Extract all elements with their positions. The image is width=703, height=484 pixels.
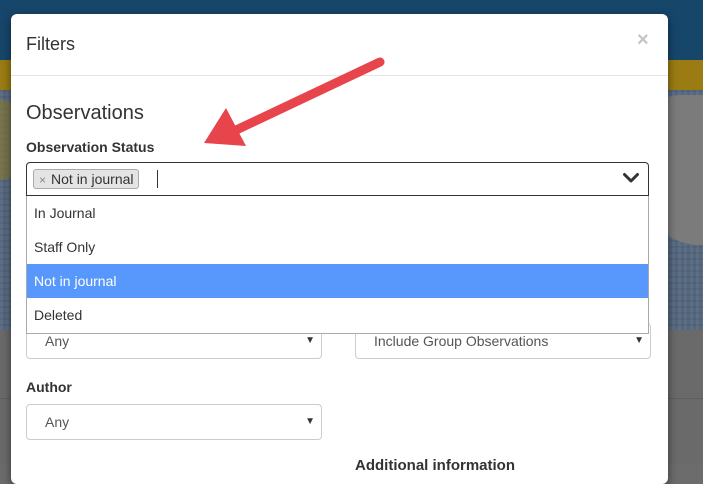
section-title-observations: Observations: [26, 102, 144, 124]
close-button[interactable]: ×: [637, 29, 649, 52]
additional-information-label: Additional information: [355, 457, 515, 474]
author-label: Author: [26, 379, 72, 395]
text-cursor: [157, 170, 158, 188]
option-staff-only[interactable]: Staff Only: [27, 230, 648, 264]
option-in-journal[interactable]: In Journal: [27, 196, 648, 230]
select-arrow-icon: ▼: [305, 416, 315, 427]
select-any-left-value: Any: [45, 333, 70, 349]
selected-tag: × Not in journal: [33, 169, 139, 189]
observation-status-label: Observation Status: [26, 139, 155, 155]
selected-tag-label: Not in journal: [51, 171, 134, 187]
option-deleted[interactable]: Deleted: [27, 298, 648, 332]
modal-header: Filters ×: [11, 14, 668, 76]
filters-modal: Filters × Observations Observation Statu…: [11, 14, 668, 484]
observation-status-dropdown: In Journal Staff Only Not in journal Del…: [26, 196, 649, 334]
author-select[interactable]: Any ▼: [26, 404, 322, 440]
tag-remove-icon[interactable]: ×: [39, 173, 46, 187]
chevron-down-icon[interactable]: [623, 172, 639, 184]
select-group-observations-value: Include Group Observations: [374, 333, 549, 349]
observation-status-select[interactable]: × Not in journal: [26, 162, 649, 196]
modal-title: Filters: [26, 34, 75, 54]
author-select-value: Any: [45, 414, 70, 430]
option-not-in-journal[interactable]: Not in journal: [27, 264, 648, 298]
